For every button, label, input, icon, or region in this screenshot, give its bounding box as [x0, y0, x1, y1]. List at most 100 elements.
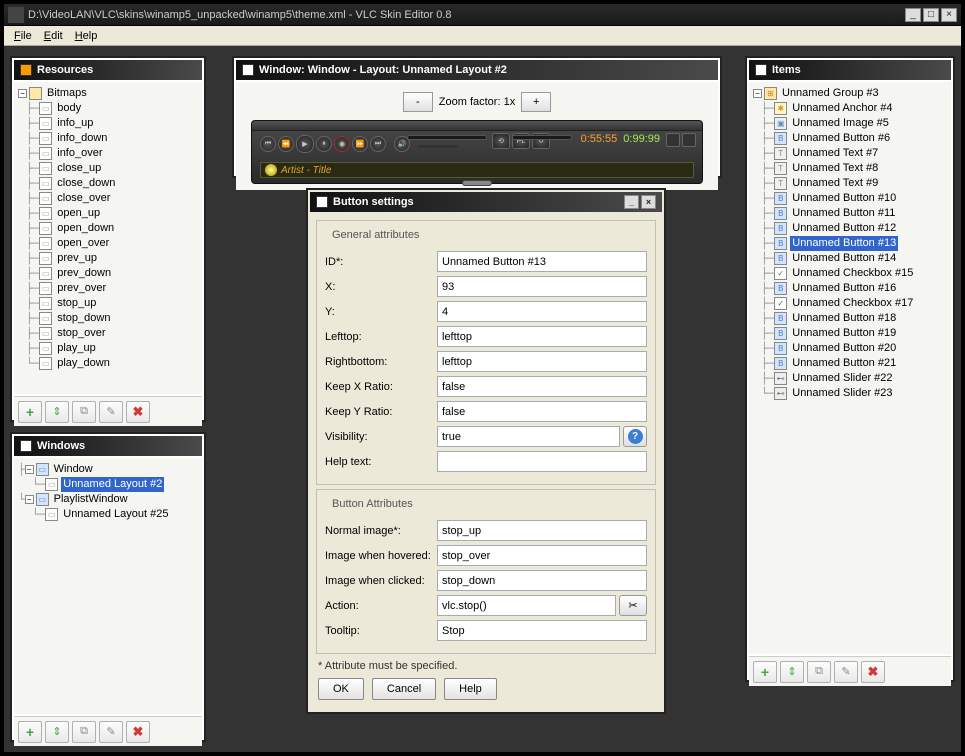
add-button[interactable]: + — [753, 661, 777, 683]
ok-button[interactable]: OK — [318, 678, 364, 700]
sort-button[interactable]: ⇕ — [45, 721, 69, 743]
tree-item[interactable]: Unnamed Layout #2 — [61, 477, 164, 492]
edit-button[interactable]: ✎ — [99, 721, 123, 743]
zoom-out-button[interactable]: - — [403, 92, 433, 112]
dialog-close-button[interactable]: × — [641, 195, 656, 209]
close-button[interactable]: × — [941, 8, 957, 22]
tree-item[interactable]: open_down — [55, 221, 116, 236]
lefttop-select[interactable]: lefttop — [437, 326, 647, 347]
tree-item[interactable]: PlaylistWindow — [52, 492, 130, 507]
tree-item[interactable]: stop_over — [55, 326, 107, 341]
click-image-field[interactable] — [437, 570, 647, 591]
tooltip-field[interactable] — [437, 620, 647, 641]
tree-item[interactable]: Window — [52, 462, 95, 477]
expand-icon[interactable]: − — [18, 89, 27, 98]
tree-item[interactable]: open_up — [55, 206, 102, 221]
tree-item[interactable]: Unnamed Button #21 — [790, 356, 898, 371]
normal-image-field[interactable] — [437, 520, 647, 541]
resources-tree[interactable]: −Bitmaps├─▭body├─▭info_up├─▭info_down├─▭… — [14, 82, 202, 375]
shuffle-icon[interactable]: ⟲ — [492, 133, 510, 149]
mode-button[interactable] — [682, 133, 696, 147]
tree-item[interactable]: stop_down — [55, 311, 112, 326]
tree-item[interactable]: Unnamed Button #16 — [790, 281, 898, 296]
tree-item[interactable]: close_down — [55, 176, 117, 191]
tree-item[interactable]: prev_up — [55, 251, 99, 266]
delete-button[interactable]: ✖ — [861, 661, 885, 683]
fwd-icon[interactable]: ⏩ — [352, 136, 368, 152]
action-wizard-button[interactable]: ✂ — [619, 595, 647, 616]
minimize-button[interactable]: _ — [905, 8, 921, 22]
tree-root[interactable]: Bitmaps — [45, 86, 89, 101]
tree-item[interactable]: play_up — [55, 341, 98, 356]
items-tree[interactable]: −⊞Unnamed Group #3├─✱Unnamed Anchor #4├─… — [749, 82, 951, 405]
skin-preview[interactable]: ⏮ ⏪ ▶ ⏸ ◉ ⏩ ⏭ 🔊 ⟲ PL ⥀ — [251, 120, 703, 184]
edit-button[interactable]: ✎ — [834, 661, 858, 683]
expand-icon[interactable]: − — [25, 465, 34, 474]
hover-image-field[interactable] — [437, 545, 647, 566]
tree-item[interactable]: Unnamed Button #14 — [790, 251, 898, 266]
help-icon-button[interactable]: ? — [623, 426, 647, 447]
y-field[interactable] — [437, 301, 647, 322]
delete-button[interactable]: ✖ — [126, 721, 150, 743]
menu-file[interactable]: File — [8, 28, 38, 44]
tree-item[interactable]: info_down — [55, 131, 109, 146]
handle-icon[interactable] — [462, 180, 492, 186]
help-button[interactable]: Help — [444, 678, 497, 700]
tree-item[interactable]: Unnamed Slider #22 — [790, 371, 894, 386]
tree-item[interactable]: Unnamed Button #6 — [790, 131, 892, 146]
maximize-button[interactable]: □ — [923, 8, 939, 22]
menu-edit[interactable]: Edit — [38, 28, 69, 44]
delete-button[interactable]: ✖ — [126, 401, 150, 423]
tree-item[interactable]: stop_up — [55, 296, 98, 311]
tree-item[interactable]: play_down — [55, 356, 112, 371]
tree-item[interactable]: Unnamed Text #7 — [790, 146, 880, 161]
eq-button[interactable] — [666, 133, 680, 147]
tree-item[interactable]: Unnamed Button #18 — [790, 311, 898, 326]
expand-icon[interactable]: − — [753, 89, 762, 98]
zoom-in-button[interactable]: + — [521, 92, 551, 112]
tree-item[interactable]: Unnamed Checkbox #17 — [790, 296, 915, 311]
action-field[interactable] — [437, 595, 616, 616]
tree-item[interactable]: Unnamed Button #13 — [790, 236, 898, 251]
menu-help[interactable]: Help — [69, 28, 104, 44]
copy-button[interactable]: ⧉ — [72, 721, 96, 743]
keepx-select[interactable]: false — [437, 376, 647, 397]
balance-slider[interactable] — [512, 135, 572, 140]
prev-icon[interactable]: ⏮ — [260, 136, 276, 152]
tree-item[interactable]: Unnamed Button #11 — [790, 206, 897, 221]
visibility-field[interactable] — [437, 426, 620, 447]
tree-item[interactable]: close_up — [55, 161, 103, 176]
expand-icon[interactable]: − — [25, 495, 34, 504]
keepy-select[interactable]: false — [437, 401, 647, 422]
tree-item[interactable]: prev_down — [55, 266, 113, 281]
tree-item[interactable]: Unnamed Text #8 — [790, 161, 880, 176]
tree-item[interactable]: Unnamed Text #9 — [790, 176, 880, 191]
tree-item[interactable]: info_up — [55, 116, 95, 131]
add-button[interactable]: + — [18, 721, 42, 743]
tree-item[interactable]: Unnamed Layout #25 — [61, 507, 170, 522]
x-field[interactable] — [437, 276, 647, 297]
play-icon[interactable]: ▶ — [296, 135, 314, 153]
add-button[interactable]: + — [18, 401, 42, 423]
tree-item[interactable]: Unnamed Button #20 — [790, 341, 898, 356]
stop-icon[interactable]: ◉ — [334, 136, 350, 152]
pause-icon[interactable]: ⏸ — [316, 136, 332, 152]
windows-tree[interactable]: ├−▭Window└─▭Unnamed Layout #2└−▭Playlist… — [14, 458, 202, 526]
tree-item[interactable]: Unnamed Anchor #4 — [790, 101, 894, 116]
dialog-minimize-button[interactable]: _ — [624, 195, 639, 209]
helptext-field[interactable] — [437, 451, 647, 472]
rew-icon[interactable]: ⏪ — [278, 136, 294, 152]
volume-slider[interactable] — [418, 145, 458, 148]
tree-root[interactable]: Unnamed Group #3 — [780, 86, 881, 101]
copy-button[interactable]: ⧉ — [807, 661, 831, 683]
tree-item[interactable]: Unnamed Slider #23 — [790, 386, 894, 401]
tree-item[interactable]: Unnamed Image #5 — [790, 116, 891, 131]
tree-item[interactable]: open_over — [55, 236, 111, 251]
sort-button[interactable]: ⇕ — [45, 401, 69, 423]
sort-button[interactable]: ⇕ — [780, 661, 804, 683]
seek-slider[interactable] — [407, 135, 487, 140]
rightbottom-select[interactable]: lefttop — [437, 351, 647, 372]
tree-item[interactable]: body — [55, 101, 83, 116]
tree-item[interactable]: Unnamed Button #12 — [790, 221, 898, 236]
edit-button[interactable]: ✎ — [99, 401, 123, 423]
